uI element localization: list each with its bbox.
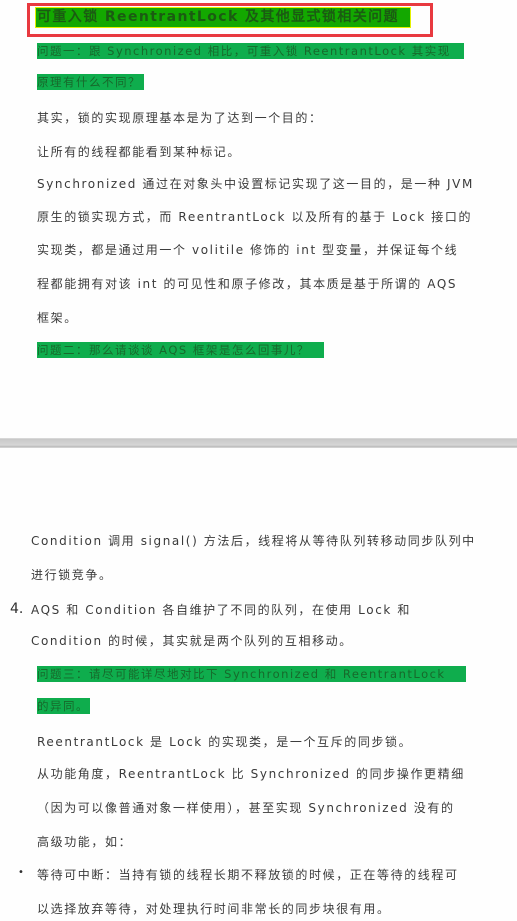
bullet-item-line: 以选择放弃等待，对处理执行时间非常长的同步块很有用。 — [37, 902, 391, 916]
paragraph-line: Synchronized 通过在对象头中设置标记实现了这一目的，是一种 JVM — [37, 177, 474, 191]
page-separator — [0, 438, 517, 448]
paragraph-line: 高级功能，如： — [37, 835, 133, 849]
question3-line1: 问题三：请尽可能详尽地对比下 Synchronized 和 ReentrantL… — [37, 667, 446, 681]
paragraph-line: 进行锁竞争。 — [31, 568, 113, 582]
list-item-line: Condition 的时候，其实就是两个队列的互相移动。 — [31, 634, 353, 648]
list-item-line: AQS 和 Condition 各自维护了不同的队列，在使用 Lock 和 — [31, 603, 411, 617]
document-page-1: 可重入锁 ReentrantLock 及其他显式锁相关问题 问题一：跟 Sync… — [0, 0, 517, 438]
paragraph-line: 从功能角度，ReentrantLock 比 Synchronized 的同步操作… — [37, 767, 465, 781]
paragraph-line: 程都能拥有对该 int 的可见性和原子修改，其本质是基于所谓的 AQS — [37, 277, 458, 291]
paragraph-line: 实现类，都是通过用一个 volitile 修饰的 int 型变量，并保证每个线 — [37, 243, 459, 257]
document-page-2 — [0, 448, 517, 921]
bullet-icon: • — [18, 867, 24, 878]
question2-line: 问题二：那么请谈谈 AQS 框架是怎么回事儿？ — [37, 343, 310, 357]
question3-line2: 的异同。 — [37, 699, 89, 713]
paragraph-line: Condition 调用 signal() 方法后，线程将从等待队列转移动同步队… — [31, 534, 476, 548]
question1-line1: 问题一：跟 Synchronized 相比，可重入锁 ReentrantLock… — [37, 44, 451, 58]
paragraph-line: 框架。 — [37, 311, 78, 325]
document-title: 可重入锁 ReentrantLock 及其他显式锁相关问题 — [37, 9, 399, 25]
paragraph-line: ReentrantLock 是 Lock 的实现类，是一个互斥的同步锁。 — [37, 735, 413, 749]
bullet-item-line: 等待可中断：当持有锁的线程长期不释放锁的时候，正在等待的线程可 — [37, 868, 459, 882]
list-number-marker: 4. — [10, 601, 24, 617]
question1-line2: 原理有什么不同？ — [37, 75, 141, 89]
paragraph-line: 其实，锁的实现原理基本是为了达到一个目的： — [37, 111, 323, 125]
paragraph-line: （因为可以像普通对象一样使用），甚至实现 Synchronized 没有的 — [37, 801, 455, 815]
paragraph-line: 原生的锁实现方式，而 ReentrantLock 以及所有的基于 Lock 接口… — [37, 210, 473, 224]
paragraph-line: 让所有的线程都能看到某种标记。 — [37, 145, 242, 159]
